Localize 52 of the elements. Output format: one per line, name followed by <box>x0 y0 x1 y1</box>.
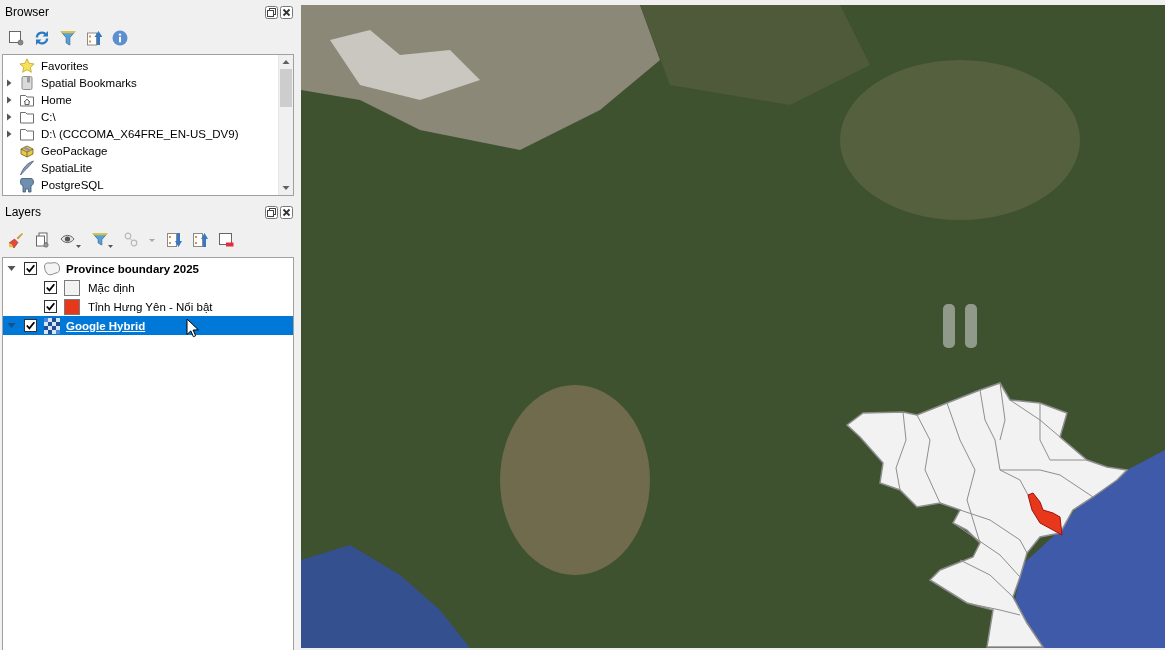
float-icon[interactable] <box>265 205 278 219</box>
filter-dropdown-icon[interactable] <box>92 231 114 248</box>
checkered-raster-icon <box>43 317 61 334</box>
caret-right-icon[interactable] <box>5 112 13 121</box>
feather-icon <box>19 159 35 176</box>
caret-right-icon[interactable] <box>5 95 13 104</box>
close-icon[interactable] <box>280 5 293 19</box>
panel-title: Browser <box>5 5 50 19</box>
document-stack-icon[interactable] <box>34 231 50 248</box>
browser-item[interactable]: SpatiaLite <box>41 161 93 174</box>
info-icon[interactable] <box>112 30 128 46</box>
highlighted-province-polygon <box>1027 492 1063 536</box>
scrollbar-thumb[interactable] <box>280 69 292 107</box>
list-down-arrow-icon[interactable] <box>166 231 182 248</box>
layer-name: Province boundary 2025 <box>66 262 199 275</box>
tree-up-arrow-icon[interactable] <box>86 30 102 46</box>
browser-item[interactable]: C:\ <box>41 110 56 123</box>
caret-right-icon[interactable] <box>5 129 13 138</box>
browser-item[interactable]: Home <box>41 93 72 106</box>
browser-item[interactable]: Spatial Bookmarks <box>41 76 137 89</box>
scrollbar[interactable] <box>278 55 293 195</box>
star-icon <box>19 57 35 74</box>
caret-down-icon[interactable] <box>6 264 16 273</box>
browser-item[interactable]: GeoPackage <box>41 144 108 157</box>
list-up-arrow-icon[interactable] <box>192 231 208 248</box>
browser-item[interactable]: PostgreSQL <box>41 178 104 191</box>
symbol-label: Mặc định <box>88 281 135 294</box>
filter-icon[interactable] <box>60 30 76 46</box>
book-icon <box>19 74 35 91</box>
layer-name: Google Hybrid <box>66 319 146 332</box>
rectangle-minus-icon[interactable] <box>218 231 234 248</box>
layer-tree-row[interactable]: Province boundary 2025 <box>3 259 293 278</box>
browser-item[interactable]: Favorites <box>41 59 89 72</box>
float-icon[interactable] <box>265 5 278 19</box>
symbol-label: Tỉnh Hưng Yên - Nổi bật <box>88 300 213 313</box>
pause-icon[interactable] <box>942 303 978 349</box>
panel-title: Layers <box>5 205 43 219</box>
checkbox[interactable] <box>44 300 57 313</box>
checkbox[interactable] <box>24 319 37 332</box>
close-icon[interactable] <box>280 205 293 219</box>
refresh-icon[interactable] <box>34 30 50 46</box>
paintbrush-icon[interactable] <box>8 231 24 248</box>
checkbox[interactable] <box>24 262 37 275</box>
checkbox[interactable] <box>44 281 57 294</box>
mouse-pointer-icon <box>186 318 199 338</box>
layer-tree-row[interactable]: Tỉnh Hưng Yên - Nổi bật <box>3 297 293 316</box>
elephant-icon <box>19 176 35 193</box>
layer-tree-row[interactable]: Mặc định <box>3 278 293 297</box>
polygon-layer-icon <box>43 260 61 277</box>
layer-tree-row[interactable]: Google Hybrid <box>3 316 293 335</box>
caret-right-icon[interactable] <box>5 78 13 87</box>
browser-item[interactable]: D:\ (CCCOMA_X64FRE_EN-US_DV9) <box>41 127 239 140</box>
